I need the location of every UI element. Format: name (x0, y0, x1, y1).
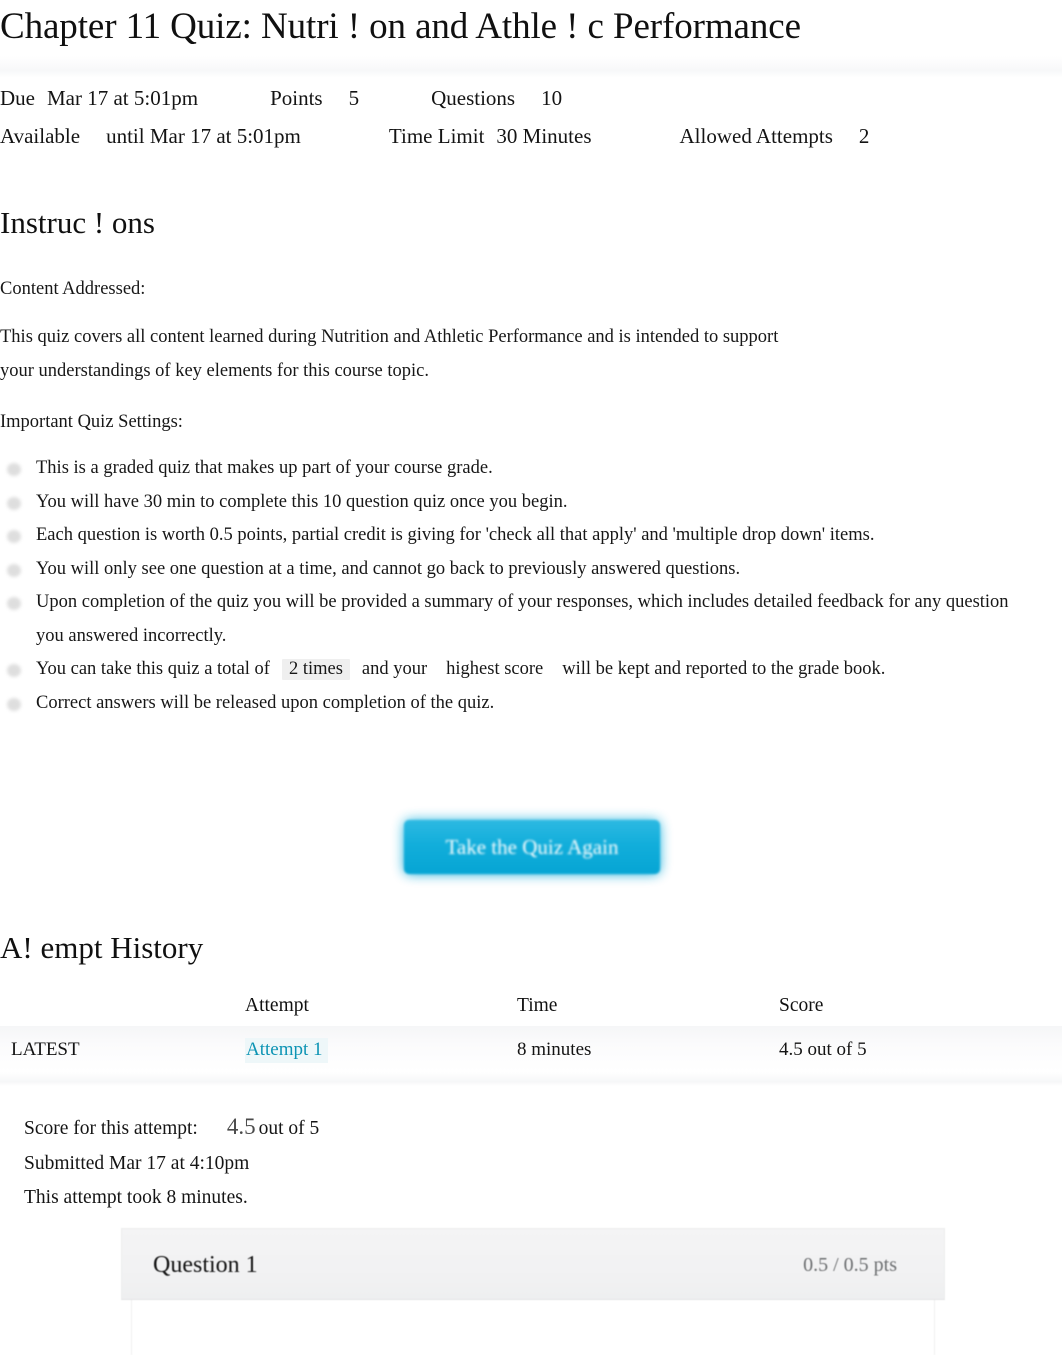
attempt-time: 8 minutes (517, 1039, 592, 1060)
attempt-1-link[interactable]: Attempt 1 (245, 1038, 328, 1063)
time-limit-value: 30 Minutes (496, 124, 592, 148)
bullet-icon (7, 463, 21, 476)
bullet-icon (7, 530, 21, 543)
list-item-text: You will only see one question at a time… (36, 558, 741, 579)
attempts-highlight: 2 times (281, 659, 350, 680)
instructions-heading: Instruc ! ons (0, 205, 155, 240)
quiz-description-line-1: This quiz covers all content learned dur… (0, 327, 779, 347)
column-header-time: Time (517, 995, 558, 1016)
table-row-separator (0, 1072, 1062, 1086)
bullet-icon (7, 697, 21, 711)
question-card-body (131, 1300, 935, 1355)
take-quiz-again-button[interactable]: Take the Quiz Again (404, 820, 660, 874)
question-points: 0.5 / 0.5 pts (803, 1254, 897, 1276)
question-title: Question 1 (153, 1252, 258, 1278)
available-label: Available (0, 124, 81, 148)
score-value: 4.5 (226, 1114, 256, 1139)
quiz-settings-list: This is a graded quiz that makes up part… (0, 452, 1035, 720)
take-quiz-again-wrapper: Take the Quiz Again (404, 820, 660, 874)
score-for-attempt-line: Score for this attempt: 4.5 out of 5 (24, 1110, 724, 1147)
attempt-history-table: Attempt Time Score (0, 985, 1062, 1027)
time-limit-label: Time Limit (388, 124, 485, 148)
bullet-icon (7, 664, 21, 677)
points-label: Points (270, 86, 323, 110)
submitted-line: Submitted Mar 17 at 4:10pm (24, 1152, 250, 1174)
questions-value: 10 (541, 86, 563, 110)
allowed-attempts-value: 2 (858, 124, 870, 148)
allowed-attempts-label: Allowed Attempts (679, 124, 833, 148)
attempt-history-heading: A! empt History (0, 930, 204, 965)
column-header-score: Score (779, 995, 824, 1016)
list-item-text: Each question is worth 0.5 points, parti… (36, 525, 875, 545)
list-item-suffix: will be kept and reported to the grade b… (562, 659, 886, 679)
list-item: You can take this quiz a total of 2 times… (0, 653, 1035, 687)
list-item: Each question is worth 0.5 points, parti… (0, 519, 1035, 553)
table-row: LATEST Attempt 1 8 minutes 4.5 out of 5 (0, 1030, 1062, 1070)
duration-line: This attempt took 8 minutes. (24, 1187, 248, 1208)
list-item-text: Upon completion of the quiz you will be … (36, 592, 1009, 646)
page-title: Chapter 11 Quiz: Nutri ! on and Athle ! … (0, 6, 801, 47)
points-value: 5 (348, 86, 360, 110)
list-item: This is a graded quiz that makes up part… (0, 452, 1035, 486)
due-label: Due (0, 86, 35, 110)
score-policy-highlight: highest score (446, 659, 544, 679)
question-card-header: Question 1 0.5 / 0.5 pts (121, 1228, 945, 1300)
quiz-settings-label: Important Quiz Settings: (0, 412, 183, 432)
list-item-text: You will have 30 min to complete this 10… (36, 491, 568, 512)
list-item-prefix: You can take this quiz a total of (36, 659, 270, 679)
content-addressed-label: Content Addressed: (0, 279, 146, 299)
title-divider (0, 56, 1062, 78)
attempt-score: 4.5 out of 5 (779, 1039, 867, 1060)
list-item-text: This is a graded quiz that makes up part… (36, 458, 493, 478)
column-header-attempt: Attempt (245, 995, 309, 1016)
list-item-middle: and your (361, 659, 428, 679)
questions-label: Questions (431, 86, 516, 110)
list-item: You will have 30 min to complete this 10… (0, 486, 1035, 520)
question-card: Question 1 0.5 / 0.5 pts (121, 1228, 945, 1355)
table-header-row: Attempt Time Score (0, 985, 1062, 1027)
list-item: Correct answers will be released upon co… (0, 687, 1035, 721)
latest-badge: LATEST (11, 1039, 80, 1060)
attempt-link-cell: Attempt 1 (245, 1030, 328, 1070)
score-suffix: out of 5 (258, 1118, 320, 1139)
due-value: Mar 17 at 5:01pm (47, 86, 199, 110)
quiz-meta-row-1: Due Mar 17 at 5:01pm Points 5 Questions 10 (0, 84, 1040, 112)
list-item-text: Correct answers will be released upon co… (36, 692, 495, 713)
quiz-description: This quiz covers all content learned dur… (0, 320, 1000, 388)
quiz-meta-row-2: Available until Mar 17 at 5:01pm Time Limi… (0, 122, 1040, 150)
score-summary: Score for this attempt: 4.5 out of 5 Submi… (24, 1110, 724, 1216)
list-item: Upon completion of the quiz you will be … (0, 586, 1035, 653)
score-label: Score for this attempt: (24, 1118, 198, 1139)
bullet-icon (7, 496, 21, 510)
available-value: until Mar 17 at 5:01pm (106, 124, 301, 148)
list-item: You will only see one question at a time… (0, 553, 1035, 587)
quiz-description-line-2: your understandings of key elements for … (0, 361, 429, 381)
bullet-icon (7, 597, 21, 610)
bullet-icon (7, 563, 21, 577)
